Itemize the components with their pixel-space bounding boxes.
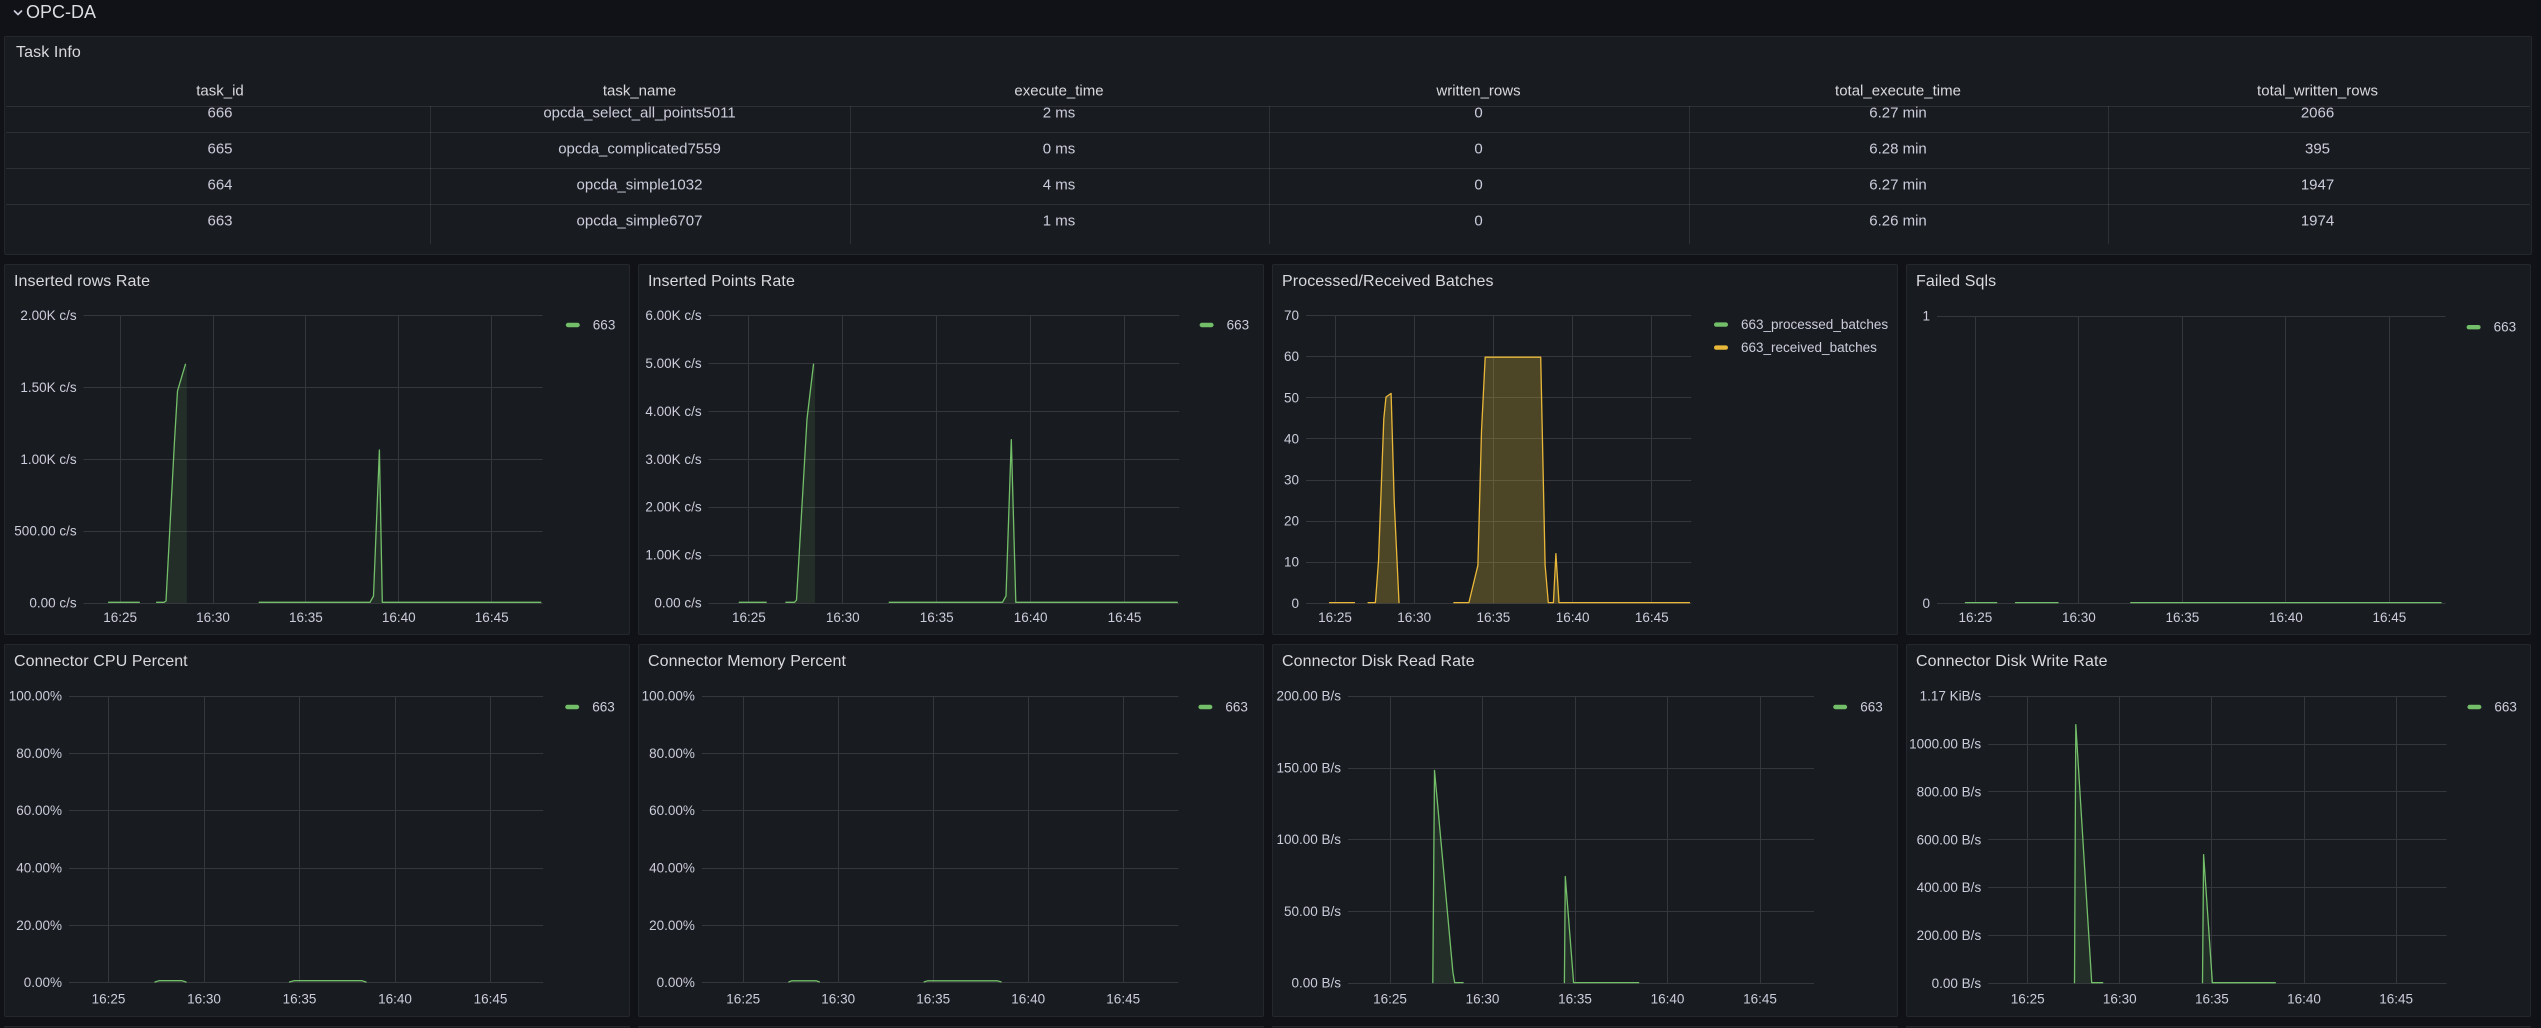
svg-text:16:25: 16:25 [92,991,126,1006]
svg-text:20.00%: 20.00% [649,918,695,933]
svg-text:0.00 B/s: 0.00 B/s [1291,976,1341,991]
svg-text:60.00%: 60.00% [649,803,695,818]
svg-text:16:45: 16:45 [2373,610,2407,625]
svg-text:16:40: 16:40 [382,610,416,625]
svg-text:16:25: 16:25 [1959,610,1993,625]
svg-text:16:40: 16:40 [1014,610,1048,625]
svg-text:20.00%: 20.00% [16,918,62,933]
svg-text:16:35: 16:35 [283,991,317,1006]
svg-text:16:35: 16:35 [1477,610,1511,625]
svg-text:16:30: 16:30 [2103,991,2137,1006]
svg-text:16:25: 16:25 [1373,991,1407,1006]
svg-text:1.00K c/s: 1.00K c/s [20,452,77,467]
svg-text:2.00K c/s: 2.00K c/s [20,308,77,323]
svg-text:20: 20 [1284,514,1299,529]
svg-text:16:40: 16:40 [1011,991,1045,1006]
svg-text:6.00K c/s: 6.00K c/s [645,308,702,323]
svg-text:16:45: 16:45 [1108,610,1142,625]
svg-text:16:25: 16:25 [726,991,760,1006]
svg-text:0.00%: 0.00% [24,975,62,990]
svg-text:16:25: 16:25 [732,610,766,625]
svg-text:10: 10 [1284,555,1299,570]
svg-text:30: 30 [1284,473,1299,488]
svg-text:0: 0 [1922,596,1930,611]
svg-text:663: 663 [592,700,615,715]
svg-text:3.00K c/s: 3.00K c/s [645,452,702,467]
svg-text:16:45: 16:45 [475,610,509,625]
svg-text:1.50K c/s: 1.50K c/s [20,380,77,395]
svg-text:16:35: 16:35 [2166,610,2200,625]
svg-text:16:30: 16:30 [196,610,230,625]
svg-text:0: 0 [1291,596,1299,611]
svg-text:60.00%: 60.00% [16,803,62,818]
svg-text:16:45: 16:45 [2379,991,2413,1006]
svg-text:16:40: 16:40 [2269,610,2303,625]
svg-text:16:35: 16:35 [1558,991,1592,1006]
svg-text:1: 1 [1922,309,1930,324]
svg-text:5.00K c/s: 5.00K c/s [645,356,702,371]
svg-text:16:25: 16:25 [2011,991,2045,1006]
svg-text:663_received_batches: 663_received_batches [1741,340,1877,355]
svg-text:50.00 B/s: 50.00 B/s [1284,904,1341,919]
svg-text:16:40: 16:40 [1651,991,1685,1006]
svg-text:200.00 B/s: 200.00 B/s [1276,689,1341,704]
svg-text:16:25: 16:25 [103,610,137,625]
svg-text:500.00 c/s: 500.00 c/s [14,524,77,539]
svg-text:1.00K c/s: 1.00K c/s [645,548,702,563]
svg-text:80.00%: 80.00% [16,746,62,761]
svg-text:16:30: 16:30 [826,610,860,625]
svg-text:100.00 B/s: 100.00 B/s [1276,832,1341,847]
svg-text:16:30: 16:30 [821,991,855,1006]
svg-text:40.00%: 40.00% [16,861,62,876]
svg-text:100.00%: 100.00% [642,689,695,704]
svg-text:16:35: 16:35 [289,610,323,625]
svg-text:0.00 c/s: 0.00 c/s [29,596,77,611]
svg-text:100.00%: 100.00% [9,689,62,704]
svg-text:200.00 B/s: 200.00 B/s [1917,928,1982,943]
svg-text:1000.00 B/s: 1000.00 B/s [1909,737,1981,752]
svg-text:800.00 B/s: 800.00 B/s [1917,784,1982,799]
svg-text:16:30: 16:30 [1466,991,1500,1006]
svg-text:16:40: 16:40 [1556,610,1590,625]
svg-text:16:40: 16:40 [378,991,412,1006]
svg-text:16:35: 16:35 [916,991,950,1006]
svg-text:50: 50 [1284,390,1299,405]
svg-text:4.00K c/s: 4.00K c/s [645,404,702,419]
svg-text:0.00 c/s: 0.00 c/s [654,596,702,611]
svg-text:40: 40 [1284,431,1299,446]
svg-text:80.00%: 80.00% [649,746,695,761]
svg-text:0.00 B/s: 0.00 B/s [1932,976,1982,991]
svg-text:663: 663 [1225,700,1248,715]
svg-text:663: 663 [1227,318,1250,333]
svg-text:663: 663 [2494,320,2517,335]
svg-text:600.00 B/s: 600.00 B/s [1917,832,1982,847]
svg-text:663_processed_batches: 663_processed_batches [1741,317,1888,332]
svg-text:16:45: 16:45 [1743,991,1777,1006]
svg-text:16:30: 16:30 [1397,610,1431,625]
svg-text:663: 663 [1860,700,1883,715]
svg-text:40.00%: 40.00% [649,861,695,876]
svg-text:400.00 B/s: 400.00 B/s [1917,880,1982,895]
svg-text:16:30: 16:30 [2062,610,2096,625]
svg-text:16:35: 16:35 [2195,991,2229,1006]
svg-text:0.00%: 0.00% [657,975,695,990]
svg-text:60: 60 [1284,349,1299,364]
svg-text:2.00K c/s: 2.00K c/s [645,500,702,515]
svg-text:70: 70 [1284,308,1299,323]
svg-text:663: 663 [593,318,616,333]
svg-text:16:45: 16:45 [474,991,508,1006]
svg-text:16:25: 16:25 [1318,610,1352,625]
svg-text:16:45: 16:45 [1106,991,1140,1006]
svg-text:16:30: 16:30 [187,991,221,1006]
svg-text:150.00 B/s: 150.00 B/s [1276,761,1341,776]
svg-text:1.17 KiB/s: 1.17 KiB/s [1920,689,1982,704]
svg-text:16:35: 16:35 [920,610,954,625]
svg-text:663: 663 [2494,700,2517,715]
svg-text:16:45: 16:45 [1635,610,1669,625]
svg-text:16:40: 16:40 [2287,991,2321,1006]
